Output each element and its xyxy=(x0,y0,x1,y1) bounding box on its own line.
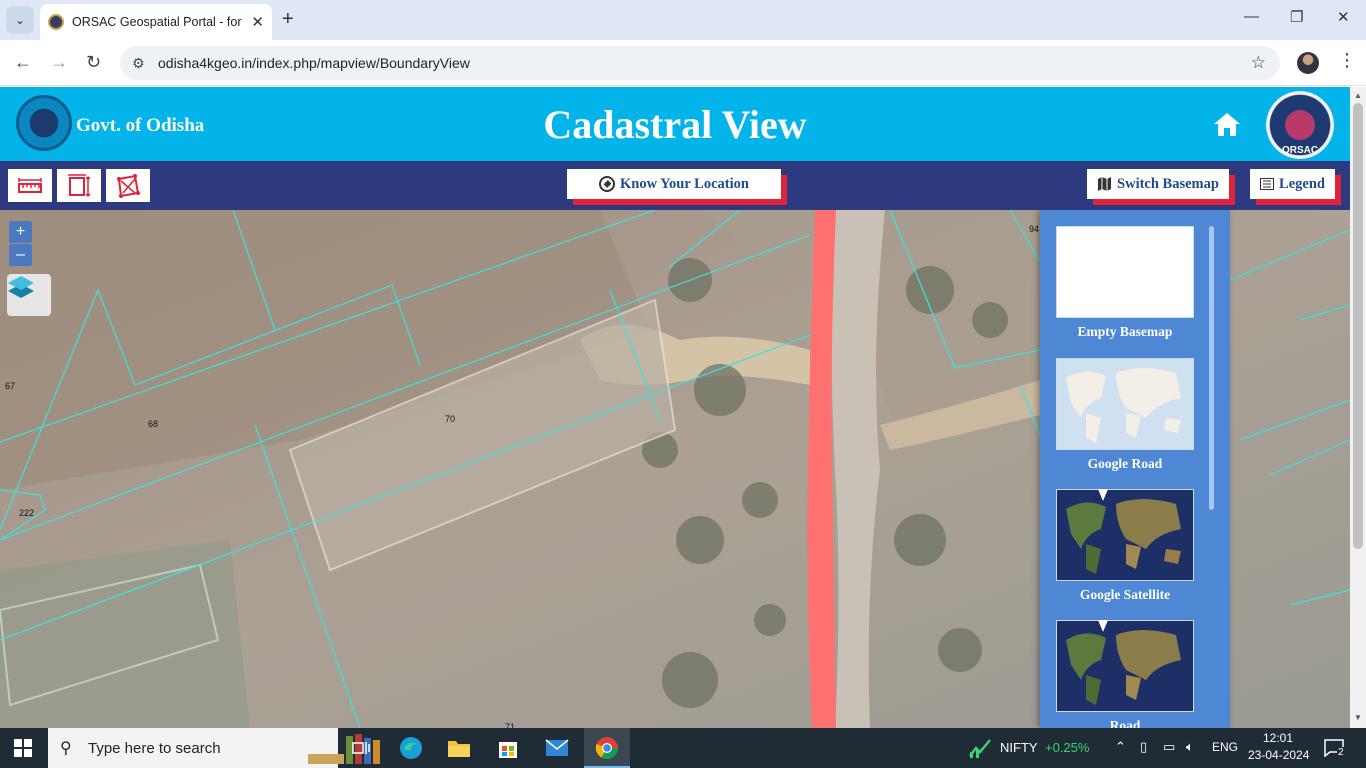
edge-browser-icon[interactable] xyxy=(399,736,423,760)
scroll-down-icon[interactable]: ▼ xyxy=(1354,713,1362,722)
browser-tab-strip: ⌄ ORSAC Geospatial Portal - for l ✕ + — … xyxy=(0,0,1366,40)
show-hidden-icons-icon[interactable]: ⌃ xyxy=(1115,739,1126,755)
layer-switcher-button[interactable] xyxy=(7,274,51,316)
address-bar[interactable]: ⚙ odisha4kgeo.in/index.php/mapview/Bound… xyxy=(120,46,1280,80)
back-icon[interactable]: ← xyxy=(14,52,32,73)
basemap-option-road[interactable]: Road xyxy=(1056,620,1194,728)
ruler-icon xyxy=(18,177,42,193)
google-satellite-thumbnail xyxy=(1056,489,1194,581)
switch-basemap-label: Switch Basemap xyxy=(1117,175,1219,192)
chrome-taskbar-button[interactable] xyxy=(584,728,630,768)
polygon-icon xyxy=(117,173,140,198)
measure-distance-button[interactable] xyxy=(8,169,52,202)
minimize-icon[interactable]: — xyxy=(1244,8,1259,25)
know-your-location-button[interactable]: Know Your Location xyxy=(567,169,781,199)
restore-icon[interactable]: ❐ xyxy=(1290,8,1303,26)
microsoft-store-icon[interactable] xyxy=(496,736,520,760)
basemap-label: Empty Basemap xyxy=(1077,324,1173,339)
tab-close-icon[interactable]: ✕ xyxy=(251,13,264,31)
home-icon[interactable] xyxy=(1212,111,1242,137)
profile-avatar[interactable] xyxy=(1297,52,1319,74)
forward-icon[interactable]: → xyxy=(50,52,68,73)
windows-start-icon[interactable] xyxy=(14,739,32,757)
map-canvas[interactable]: 94 67 68 70 222 71 + – Empty Basemap Goo… xyxy=(0,210,1350,728)
road-thumbnail xyxy=(1056,620,1194,712)
tab-search-icon[interactable]: ⌄ xyxy=(6,6,34,34)
parcel-label: 68 xyxy=(148,419,159,429)
language-indicator[interactable]: ENG xyxy=(1212,740,1238,754)
basemap-panel: Empty Basemap Google Road Google Satelli… xyxy=(1040,210,1230,728)
browser-toolbar: ← → ↻ ⚙ odisha4kgeo.in/index.php/mapview… xyxy=(0,40,1366,86)
page-title: Cadastral View xyxy=(543,102,807,147)
know-your-location-label: Know Your Location xyxy=(620,175,749,192)
map-icon xyxy=(1098,177,1112,191)
clock-time[interactable]: 12:01 xyxy=(1263,731,1293,745)
map-toolbar: Know Your Location Switch Basemap Legend xyxy=(0,161,1350,210)
taskbar-search-placeholder: Type here to search xyxy=(88,739,221,757)
network-icon[interactable]: ▭ xyxy=(1163,739,1175,755)
browser-menu-icon[interactable]: ⋮ xyxy=(1338,50,1356,71)
area-measure-icon xyxy=(68,173,91,197)
site-info-icon[interactable]: ⚙ xyxy=(132,55,152,72)
tab-title: ORSAC Geospatial Portal - for l xyxy=(72,15,244,29)
bookmark-star-icon[interactable]: ☆ xyxy=(1251,53,1266,73)
legend-label: Legend xyxy=(1279,175,1325,192)
scroll-up-icon[interactable]: ▲ xyxy=(1354,91,1362,100)
search-icon: ⚲ xyxy=(60,740,72,757)
browser-tab[interactable]: ORSAC Geospatial Portal - for l ✕ xyxy=(40,4,272,40)
site-header: Govt. of Odisha Cadastral View ORSAC xyxy=(0,87,1350,161)
parcel-label: 67 xyxy=(5,381,16,391)
empty-basemap-thumbnail xyxy=(1056,226,1194,318)
parcel-label: 70 xyxy=(445,414,456,424)
google-road-thumbnail xyxy=(1056,358,1194,450)
taskbar-search-input[interactable]: ⚲ Type here to search xyxy=(48,728,380,768)
url-text: odisha4kgeo.in/index.php/mapview/Boundar… xyxy=(158,55,470,71)
clock-date[interactable]: 23-04-2024 xyxy=(1248,748,1309,762)
list-icon xyxy=(1260,178,1275,190)
compass-icon xyxy=(599,176,616,192)
basemap-label: Google Satellite xyxy=(1079,587,1171,602)
chrome-icon xyxy=(595,737,618,759)
scrollbar-thumb[interactable] xyxy=(1353,103,1363,549)
windows-taskbar: ⚲ Type here to search NIFTY +0.25% ⌃ ▯ ▭… xyxy=(0,728,1366,768)
nifty-change: +0.25% xyxy=(1045,740,1090,755)
battery-icon[interactable]: ▯ xyxy=(1140,739,1147,755)
legend-button[interactable]: Legend xyxy=(1250,169,1335,199)
page-scrollbar[interactable]: ▲ ▼ xyxy=(1350,87,1366,728)
stock-chart-icon xyxy=(969,739,991,758)
basemap-option-google-satellite[interactable]: Google Satellite xyxy=(1056,489,1194,603)
reload-icon[interactable]: ↻ xyxy=(86,52,101,73)
site-favicon-icon xyxy=(48,14,64,30)
window-close-icon[interactable]: ✕ xyxy=(1337,8,1350,26)
parcel-label: 222 xyxy=(19,508,35,518)
notification-count: 2 xyxy=(1337,747,1345,758)
new-tab-icon[interactable]: + xyxy=(282,8,294,31)
nifty-label[interactable]: NIFTY xyxy=(1000,740,1038,755)
orsac-logo-text: ORSAC xyxy=(1281,145,1319,156)
basemap-option-google-road[interactable]: Google Road xyxy=(1056,358,1194,472)
basemap-label: Google Road xyxy=(1087,456,1163,471)
volume-icon[interactable]: 🔈︎ xyxy=(1186,739,1194,755)
mail-icon[interactable] xyxy=(545,736,569,760)
task-view-icon[interactable] xyxy=(349,736,373,760)
measure-area-button[interactable] xyxy=(57,169,101,202)
basemap-panel-scrollbar[interactable] xyxy=(1209,226,1214,510)
layers-icon xyxy=(8,276,34,298)
basemap-option-empty[interactable]: Empty Basemap xyxy=(1056,226,1194,340)
parcel-label: 94 xyxy=(1029,224,1040,234)
draw-polygon-button[interactable] xyxy=(106,169,150,202)
file-explorer-icon[interactable] xyxy=(447,736,471,760)
switch-basemap-button[interactable]: Switch Basemap xyxy=(1087,169,1229,199)
basemap-label: Road xyxy=(1109,718,1141,728)
zoom-in-button[interactable]: + xyxy=(9,221,32,243)
zoom-out-button[interactable]: – xyxy=(9,244,32,266)
